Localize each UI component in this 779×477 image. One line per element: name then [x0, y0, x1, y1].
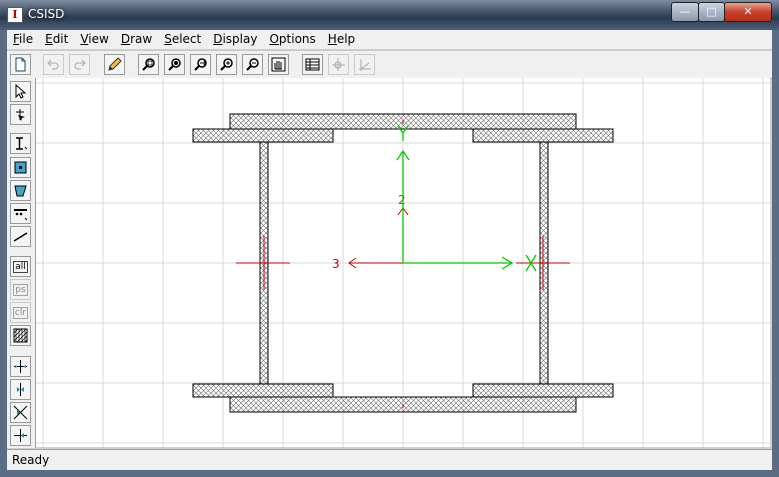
- menu-select[interactable]: Select: [158, 30, 207, 46]
- axis-3-arrow: [348, 257, 403, 269]
- window-title: CSISD: [28, 7, 65, 21]
- main-toolbar: [7, 50, 772, 79]
- rebar-icon: [14, 209, 28, 221]
- draw-rebar-button[interactable]: [10, 203, 31, 224]
- zoom-plus-icon: [220, 58, 233, 71]
- clear-selection-label: clr: [12, 306, 29, 319]
- menu-bar: File Edit View Draw Select Display Options Help: [7, 30, 772, 49]
- point-icon: [14, 161, 27, 174]
- menu-file[interactable]: File: [7, 30, 39, 46]
- maximize-button[interactable]: □: [698, 2, 725, 22]
- top-left-flange[interactable]: [192, 128, 334, 143]
- pan-hand-icon: [271, 57, 286, 72]
- axis-2-label: 2: [398, 193, 406, 207]
- select-previous-button[interactable]: ps: [10, 279, 31, 300]
- snap-cross-button[interactable]: [10, 402, 31, 423]
- mesh-button[interactable]: [10, 325, 31, 346]
- i-section-icon: [16, 137, 28, 150]
- undo-icon: [47, 59, 59, 70]
- zoom-in-button[interactable]: [190, 54, 211, 75]
- menu-help[interactable]: Help: [322, 30, 361, 46]
- redo-button[interactable]: [69, 54, 90, 75]
- zoom-plus-button[interactable]: [216, 54, 237, 75]
- app-icon[interactable]: I: [7, 7, 23, 23]
- bottom-left-flange[interactable]: [192, 383, 334, 398]
- window-frame-left: [0, 30, 7, 477]
- menu-view[interactable]: View: [74, 30, 114, 46]
- angle-button[interactable]: [354, 54, 375, 75]
- snap-cross-icon: [13, 405, 28, 420]
- table-icon: [305, 58, 320, 71]
- draw-ishape-button[interactable]: [10, 133, 31, 154]
- table-button[interactable]: [302, 54, 323, 75]
- draw-point-button[interactable]: [10, 157, 31, 178]
- principal-axes: [396, 125, 537, 272]
- draw-pencil-button[interactable]: [104, 54, 125, 75]
- reshape-pointer-icon: [16, 109, 25, 121]
- menu-edit[interactable]: Edit: [39, 30, 74, 46]
- axis-cross-button[interactable]: [328, 54, 349, 75]
- select-pointer-button[interactable]: [10, 81, 31, 102]
- zoom-extents-icon: [168, 58, 181, 71]
- window-frame-right: [772, 30, 779, 477]
- new-file-icon: [15, 57, 26, 72]
- angle-icon: [359, 59, 371, 71]
- right-shear-marker: [516, 236, 570, 290]
- zoom-in-icon: [194, 58, 207, 71]
- status-text: Ready: [12, 453, 50, 467]
- zoom-out-button[interactable]: [242, 54, 263, 75]
- title-bar[interactable]: I CSISD — □ ✕: [0, 0, 779, 30]
- select-all-label: all: [13, 260, 28, 273]
- select-previous-label: ps: [13, 283, 28, 296]
- draw-line-button[interactable]: [10, 226, 31, 247]
- zoom-out-icon: [246, 58, 259, 71]
- axis-cross-icon: [332, 58, 345, 71]
- reshape-pointer-button[interactable]: [10, 104, 31, 125]
- undo-button[interactable]: [43, 54, 64, 75]
- menu-display[interactable]: Display: [207, 30, 263, 46]
- snap-midpoint-button[interactable]: [10, 379, 31, 400]
- redo-icon: [74, 59, 86, 70]
- window-frame-bottom: [0, 469, 779, 477]
- zoom-window-button[interactable]: [138, 54, 159, 75]
- menu-options[interactable]: Options: [263, 30, 321, 46]
- left-toolbox: all ps clr: [7, 78, 36, 448]
- clear-selection-button[interactable]: clr: [10, 302, 31, 323]
- snap-perpendicular-icon: [14, 429, 27, 442]
- section-drawing: 2 3: [36, 78, 770, 447]
- pencil-icon: [108, 57, 122, 71]
- app-window: I CSISD — □ ✕ File Edit View Draw Select Disp…: [0, 0, 779, 477]
- axis-3-label: 3: [332, 257, 340, 271]
- draw-polygon-button[interactable]: [10, 180, 31, 201]
- arrow-pointer-icon: [15, 84, 27, 99]
- close-button[interactable]: ✕: [724, 2, 772, 22]
- minimize-button[interactable]: —: [671, 2, 699, 22]
- new-file-button[interactable]: [10, 54, 31, 75]
- menu-draw[interactable]: Draw: [115, 30, 158, 46]
- top-right-flange[interactable]: [472, 128, 614, 143]
- hatch-mesh-icon: [13, 328, 28, 343]
- drawing-canvas[interactable]: 2 3: [36, 78, 770, 447]
- principal-axis-vertical: [396, 149, 410, 263]
- snap-intersection-icon: [14, 360, 27, 373]
- zoom-extents-button[interactable]: [164, 54, 185, 75]
- pan-button[interactable]: [268, 54, 289, 75]
- zoom-window-icon: [142, 58, 155, 71]
- bottom-right-flange[interactable]: [472, 383, 614, 398]
- snap-intersection-button[interactable]: [10, 356, 31, 377]
- status-bar: Ready: [7, 449, 772, 470]
- select-all-button[interactable]: all: [10, 256, 31, 277]
- polygon-icon: [14, 185, 27, 197]
- line-icon: [13, 232, 28, 242]
- snap-perpendicular-button[interactable]: [10, 425, 31, 446]
- snap-midpoint-icon: [17, 383, 24, 396]
- principal-axis-horizontal: [403, 256, 514, 270]
